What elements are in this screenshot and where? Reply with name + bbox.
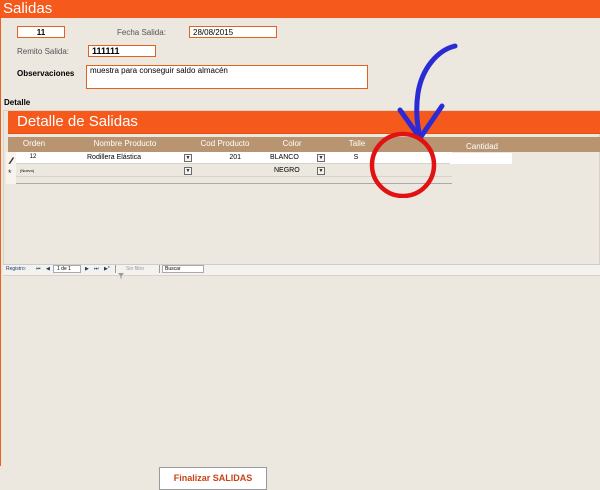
observaciones-label: Observaciones [17,69,75,78]
title-divider [0,17,600,18]
nav-registro-label: Registro: [6,266,27,272]
nav-prev-icon[interactable]: ◀ [46,265,50,274]
nav-new-icon[interactable]: ▶* [104,265,110,274]
filter-icon [118,266,124,279]
chevron-down-icon[interactable]: ▼ [184,154,192,162]
pencil-icon[interactable] [6,152,16,164]
detalle-label: Detalle [4,98,31,107]
cell-nombre-producto[interactable]: Rodillera Elástica [87,152,182,163]
annotation-overlay [369,43,458,198]
form-title: Salidas [3,0,53,17]
blue-arrow-annotation [414,43,458,141]
svg-text:*: * [8,168,12,178]
cell-orden-new[interactable]: (Nuevo) [20,165,50,176]
nav-search-label: Buscar [165,266,181,272]
nav-separator [159,265,160,273]
cell-color-new[interactable]: NEGRO [274,165,312,176]
red-circle-annotation [369,131,437,198]
nav-record-count: 1 de 1 [57,266,71,272]
remito-field[interactable]: 111111 [88,45,156,57]
nav-next-icon[interactable]: ▶ [85,265,89,274]
nav-separator [115,265,116,273]
chevron-down-icon[interactable]: ▼ [184,167,192,175]
nav-record-box[interactable]: 1 de 1 [53,265,81,273]
col-header-orden[interactable]: Orden [21,137,47,151]
form-left-border [0,18,1,466]
nav-first-icon[interactable]: ⏮ [36,265,41,274]
cell-orden[interactable]: 12 [20,152,46,163]
chevron-down-icon[interactable]: ▼ [317,154,325,162]
detalle-subform [3,110,600,276]
cell-color[interactable]: BLANCO [270,152,308,163]
col-header-nombre-producto[interactable]: Nombre Producto [85,137,165,151]
nav-last-icon[interactable]: ⏭ [94,265,99,274]
nav-filter-label[interactable]: Sin filtro [126,265,144,274]
fecha-field[interactable]: 28/08/2015 [189,26,277,38]
form-title-bar [0,0,600,17]
new-record-icon[interactable]: * [6,165,16,178]
col-header-cod-producto[interactable]: Cod Producto [195,137,255,151]
finalize-salidas-button[interactable]: Finalizar SALIDAS [159,467,267,490]
col-header-color[interactable]: Color [272,137,312,151]
fecha-label: Fecha Salida: [117,28,166,37]
chevron-down-icon[interactable]: ▼ [317,167,325,175]
nav-search-box[interactable]: Buscar [162,265,204,273]
observaciones-field[interactable]: muestra para conseguir saldo almacén [86,65,368,89]
id-field[interactable]: 11 [17,26,65,38]
record-navigator [3,264,600,275]
subform-title: Detalle de Salidas [17,113,138,130]
remito-label: Remito Salida: [17,47,70,56]
subform-title-divider [8,133,600,134]
cell-cod-producto[interactable]: 201 [206,152,241,163]
